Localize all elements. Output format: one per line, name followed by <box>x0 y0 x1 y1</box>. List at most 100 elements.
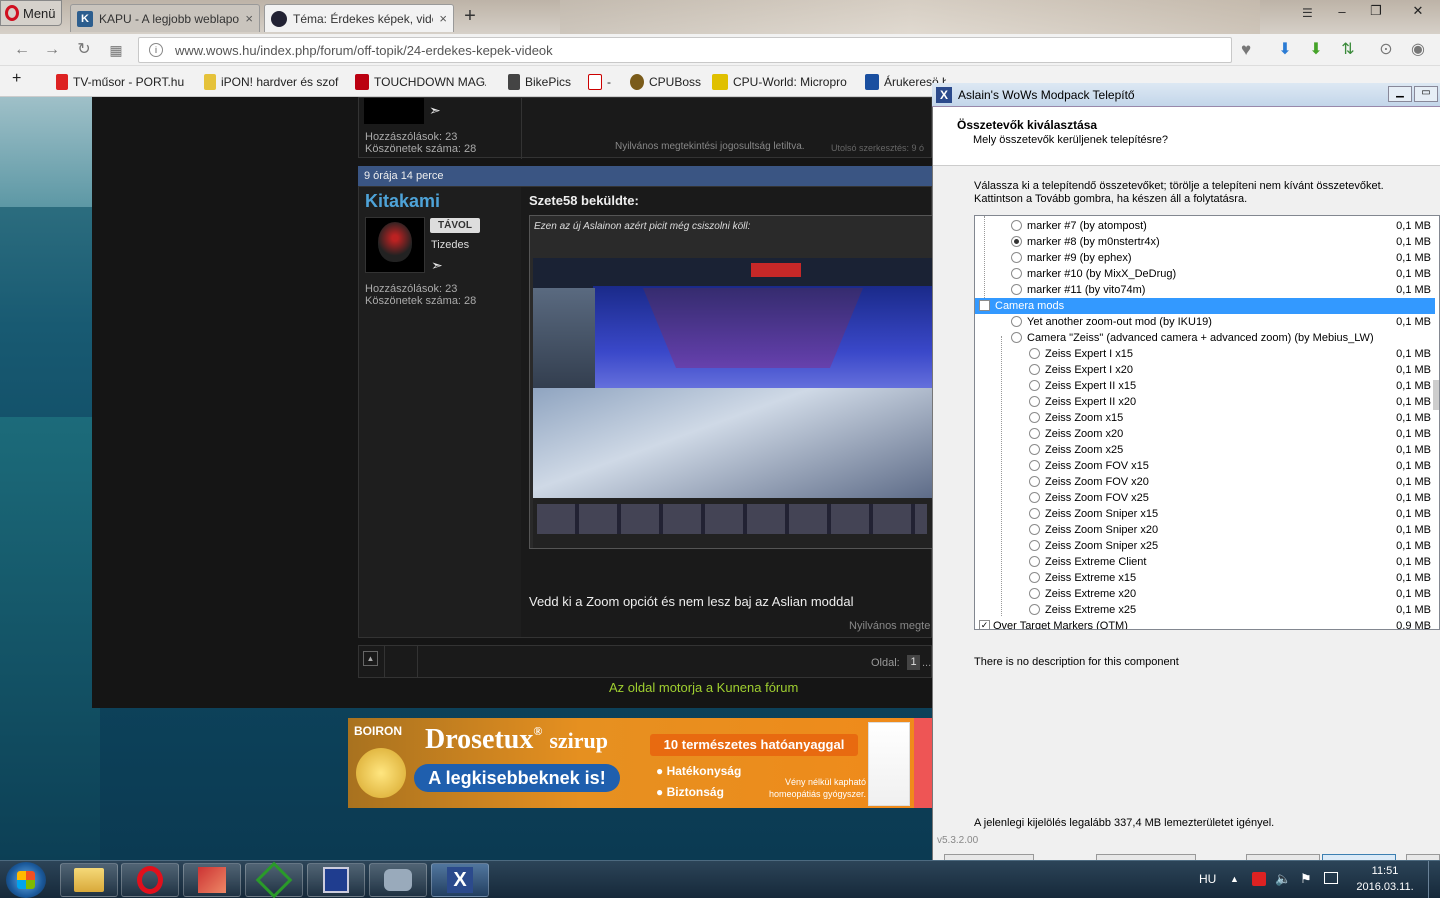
component-radio[interactable] <box>1029 412 1040 423</box>
bookmark-port[interactable]: TV-műsor - PORT.hu <box>56 74 184 90</box>
component-item[interactable]: Zeiss Extreme x25 0,1 MB <box>975 602 1435 618</box>
site-info-icon[interactable]: i <box>149 43 163 57</box>
installer-taskbar-button[interactable]: X <box>431 863 489 897</box>
download-manager-icon[interactable]: ⬇ <box>1306 40 1326 60</box>
component-item[interactable]: Zeiss Expert II x20 0,1 MB <box>975 394 1435 410</box>
clock-time[interactable]: 11:51 <box>1355 865 1415 877</box>
component-radio[interactable] <box>1011 316 1022 327</box>
antivirus-icon[interactable] <box>1252 872 1266 886</box>
component-item[interactable]: Camera mods <box>975 298 1435 314</box>
close-tab-icon[interactable]: × <box>439 11 447 26</box>
bookmark-touchdown[interactable]: TOUCHDOWN MAGA <box>355 74 486 90</box>
close-tab-icon[interactable]: × <box>245 11 253 26</box>
flag-icon[interactable]: ⚑ <box>1300 871 1312 887</box>
component-radio[interactable] <box>1029 460 1040 471</box>
component-item[interactable]: Zeiss Extreme x15 0,1 MB <box>975 570 1435 586</box>
heart-icon[interactable]: ♥ <box>1236 40 1256 60</box>
bookmark-bh[interactable]: - <box>588 74 611 90</box>
component-radio[interactable] <box>1029 380 1040 391</box>
component-item[interactable]: Zeiss Zoom x25 0,1 MB <box>975 442 1435 458</box>
app-taskbar-button[interactable] <box>245 861 303 898</box>
component-item[interactable]: marker #10 (by MixX_DeDrug) 0,1 MB <box>975 266 1435 282</box>
component-item[interactable]: marker #8 (by m0nstertr4x) 0,1 MB <box>975 234 1435 250</box>
component-item[interactable]: marker #11 (by vito74m) 0,1 MB <box>975 282 1435 298</box>
bookmark-ipon[interactable]: iPON! hardver és szof <box>204 74 339 90</box>
component-checkbox[interactable]: ✓ <box>979 620 990 629</box>
bookmark-cpuboss[interactable]: CPUBoss <box>630 74 701 90</box>
downloads-panel-icon[interactable]: ⊙ <box>1376 40 1396 60</box>
explorer-taskbar-button[interactable] <box>60 863 118 897</box>
component-radio[interactable] <box>1029 348 1040 359</box>
game-taskbar-button[interactable] <box>183 863 241 897</box>
new-tab-button[interactable]: + <box>460 6 480 26</box>
bookmark-bikepics[interactable]: BikePics <box>508 74 571 90</box>
component-item[interactable]: Zeiss Extreme Client 0,1 MB <box>975 554 1435 570</box>
component-radio[interactable] <box>1029 604 1040 615</box>
tray-expand-icon[interactable]: ▲ <box>1230 874 1239 884</box>
component-item[interactable]: marker #9 (by ephex) 0,1 MB <box>975 250 1435 266</box>
speed-dial-icon[interactable]: ▦ <box>106 40 126 60</box>
component-item[interactable]: Zeiss Expert II x15 0,1 MB <box>975 378 1435 394</box>
opera-menu-button[interactable]: Menü <box>0 0 62 26</box>
components-list[interactable]: marker #7 (by atompost) 0,1 MB marker #8 (… <box>974 215 1440 630</box>
close-window-button[interactable]: ✕ <box>1396 0 1440 22</box>
start-button[interactable] <box>6 862 46 898</box>
page-number[interactable]: 1 <box>907 655 920 670</box>
opera-taskbar-button[interactable] <box>121 863 179 897</box>
component-item[interactable]: Camera "Zeiss" (advanced camera + advanc… <box>975 330 1435 346</box>
list-scroll-thumb[interactable] <box>1433 380 1439 410</box>
component-radio[interactable] <box>1011 236 1022 247</box>
maximize-button[interactable]: ❐ <box>1359 0 1393 22</box>
component-checkbox[interactable] <box>979 300 990 311</box>
tab-wows-forum[interactable]: Téma: Érdekes képek, vide × <box>264 4 454 32</box>
component-radio[interactable] <box>1029 572 1040 583</box>
component-radio[interactable] <box>1029 540 1040 551</box>
back-icon[interactable]: ← <box>12 40 32 60</box>
advertisement-banner[interactable]: BOIRON Drosetux® szirup A legkisebbeknek… <box>348 718 932 808</box>
tab-kapu[interactable]: K KAPU - A legjobb weblapo × <box>70 4 260 32</box>
component-item[interactable]: Zeiss Zoom FOV x20 0,1 MB <box>975 474 1435 490</box>
component-radio[interactable] <box>1029 444 1040 455</box>
component-radio[interactable] <box>1029 556 1040 567</box>
extension-icon[interactable]: ⇅ <box>1338 40 1358 60</box>
installer-minimize-button[interactable]: ▁ <box>1388 86 1412 102</box>
add-bookmark-icon[interactable]: + <box>12 70 21 88</box>
component-item[interactable]: marker #7 (by atompost) 0,1 MB <box>975 218 1435 234</box>
component-item[interactable]: Yet another zoom-out mod (by IKU19) 0,1 M… <box>975 314 1435 330</box>
component-item[interactable]: Zeiss Zoom x20 0,1 MB <box>975 426 1435 442</box>
clock-date[interactable]: 2016.03.11. <box>1350 881 1420 893</box>
component-item[interactable]: Zeiss Expert I x15 0,1 MB <box>975 346 1435 362</box>
component-item[interactable]: Zeiss Zoom FOV x25 0,1 MB <box>975 490 1435 506</box>
component-item[interactable]: Zeiss Zoom x15 0,1 MB <box>975 410 1435 426</box>
volume-icon[interactable]: 🔈 <box>1275 871 1291 887</box>
game-screenshot-image[interactable] <box>533 258 932 548</box>
show-desktop-button[interactable] <box>1428 861 1440 898</box>
component-radio[interactable] <box>1011 252 1022 263</box>
component-item[interactable]: Zeiss Extreme x20 0,1 MB <box>975 586 1435 602</box>
save-app-taskbar-button[interactable] <box>307 863 365 897</box>
component-radio[interactable] <box>1011 268 1022 279</box>
component-item[interactable]: ✓ Over Target Markers (OTM) 0,9 MB <box>975 618 1435 629</box>
component-item[interactable]: Zeiss Zoom Sniper x15 0,1 MB <box>975 506 1435 522</box>
language-indicator[interactable]: HU <box>1199 872 1216 886</box>
bookmark-cpuworld[interactable]: CPU-World: Micropro <box>712 74 848 90</box>
installer-maximize-button[interactable]: ▭ <box>1414 86 1438 102</box>
forum-engine-link[interactable]: Az oldal motorja a Kunena fórum <box>609 680 798 695</box>
component-item[interactable]: Zeiss Zoom Sniper x25 0,1 MB <box>975 538 1435 554</box>
tab-menu-icon[interactable]: ☰ <box>1302 6 1313 20</box>
component-radio[interactable] <box>1029 588 1040 599</box>
minimize-button[interactable]: – <box>1325 0 1359 22</box>
component-radio[interactable] <box>1029 492 1040 503</box>
component-radio[interactable] <box>1011 284 1022 295</box>
component-item[interactable]: Zeiss Zoom Sniper x20 0,1 MB <box>975 522 1435 538</box>
username-link[interactable]: Kitakami <box>365 191 440 212</box>
component-radio[interactable] <box>1029 524 1040 535</box>
component-radio[interactable] <box>1029 428 1040 439</box>
component-item[interactable]: Zeiss Expert I x20 0,1 MB <box>975 362 1435 378</box>
component-radio[interactable] <box>1011 332 1022 343</box>
component-radio[interactable] <box>1029 364 1040 375</box>
forward-icon[interactable]: → <box>42 40 62 60</box>
component-item[interactable]: Zeiss Zoom FOV x15 0,1 MB <box>975 458 1435 474</box>
reload-icon[interactable]: ↻ <box>74 40 94 60</box>
address-bar[interactable]: i www.wows.hu/index.php/forum/off-topik/… <box>138 37 1232 63</box>
